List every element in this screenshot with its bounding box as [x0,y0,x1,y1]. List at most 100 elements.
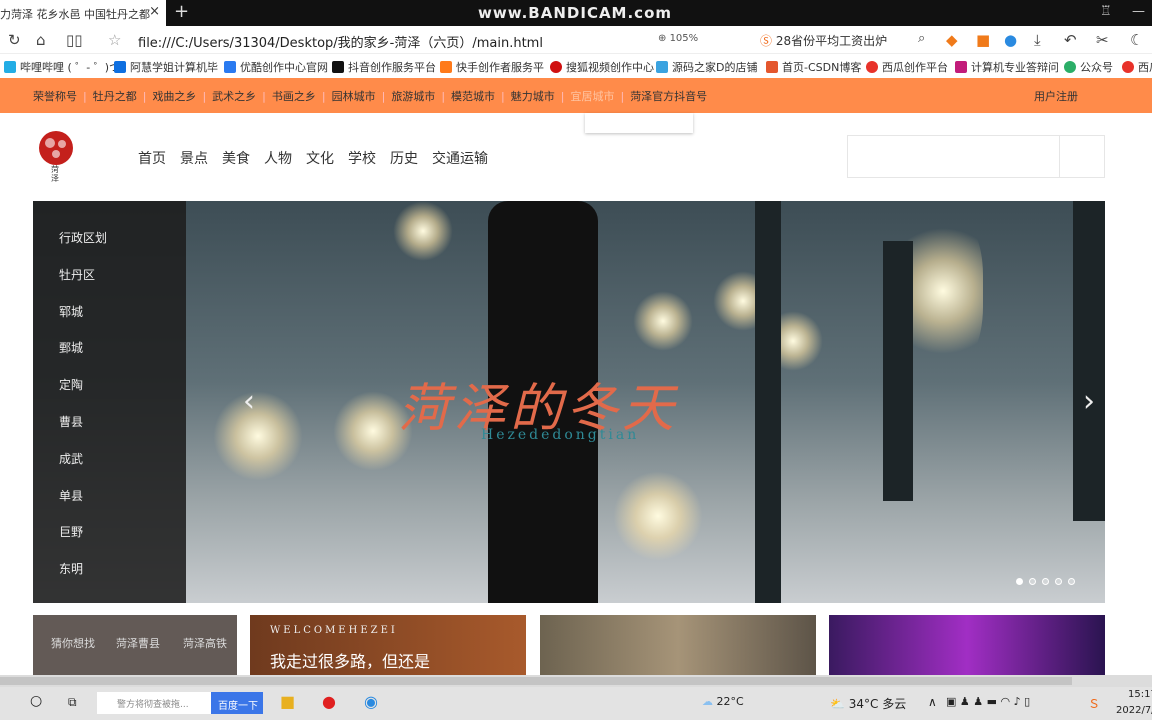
download-icon[interactable]: ⤓ [1034,31,1041,49]
scrollbar-thumb[interactable] [0,677,1072,685]
bookmark[interactable]: 阿慧学姐计算机毕 [114,59,218,75]
reload-icon[interactable]: ↻ [8,31,21,49]
region-link[interactable]: 定陶 [59,376,83,393]
main-nav-item[interactable]: 交通运输 [432,151,488,167]
file-explorer-icon[interactable]: ■ [280,692,295,711]
bookmark[interactable]: 首页-CSDN博客 [766,59,861,75]
baidu-search-button[interactable]: 百度一下 [211,692,263,714]
bookmark[interactable]: 搜狐视频创作中心 [550,59,654,75]
main-nav-item[interactable]: 人物 [264,151,292,167]
browser-tab-bar: 力菏泽 花乡水邑 中国牡丹之都 × + www.BANDICAM.com ♖ — [0,0,1152,26]
star-icon[interactable]: ☆ [108,31,121,49]
top-nav-item[interactable]: 书画之乡 [272,90,316,103]
game-icon[interactable]: ◆ [946,31,958,49]
main-nav-item[interactable]: 学校 [348,151,376,167]
bandicam-icon[interactable]: ● [322,692,336,711]
clock-date[interactable]: 2022/7/ [1116,705,1152,716]
main-nav-item[interactable]: 景点 [180,151,208,167]
carousel-dot[interactable] [1042,578,1049,585]
new-tab-icon[interactable]: + [174,1,189,22]
taskbar-search-input[interactable]: 警方将彻查被拖... [97,692,211,714]
carousel-dot[interactable] [1068,578,1075,585]
nav-separator: | [83,90,87,103]
main-nav-item[interactable]: 首页 [138,151,166,167]
quick-link[interactable]: 菏泽曹县 [116,635,160,651]
main-nav-item[interactable]: 文化 [306,151,334,167]
top-nav-item[interactable]: 荣誉称号 [33,90,77,103]
top-nav-item[interactable]: 魅力城市 [511,90,555,103]
clock-time[interactable]: 15:17 [1128,689,1152,700]
sohu-icon [550,61,562,73]
url-field[interactable]: file:///C:/Users/31304/Desktop/我的家乡-菏泽（六… [138,32,543,51]
browser-icon[interactable]: ◉ [364,692,378,711]
top-nav-item[interactable]: 菏泽官方抖音号 [630,90,707,103]
tray-expand-icon[interactable]: ∧ [928,695,937,709]
search-icon[interactable]: ⌕ [918,31,925,46]
top-nav-bar: 荣誉称号 | 牡丹之都 | 戏曲之乡 | 武术之乡 | 书画之乡 | 园林城市 | 旅游城市 | 模范城市 |… [0,78,1152,113]
top-nav-item[interactable]: 旅游城市 [391,90,435,103]
home-icon[interactable]: ⌂ [36,31,46,49]
hot-search-text: 28省份平均工资出炉 [775,34,888,48]
search-button[interactable] [1059,136,1104,177]
close-tab-icon[interactable]: × [149,4,160,19]
carousel-dot[interactable] [1016,578,1023,585]
bookmark[interactable]: 哔哩哔哩 ( ゜- ゜)つ [4,59,120,75]
welcome-card[interactable]: WELCOMEHEZEI 我走过很多路，但还是 [250,615,526,675]
bookmark[interactable]: 西瓜 [1122,59,1152,75]
quick-link[interactable]: 猜你想找 [51,635,95,651]
browser-tab[interactable]: 力菏泽 花乡水邑 中国牡丹之都 × [0,0,166,26]
top-nav-item[interactable]: 牡丹之都 [93,90,137,103]
region-link[interactable]: 东明 [59,560,83,577]
bookmark[interactable]: 抖音创作服务平台 [332,59,436,75]
top-nav-item[interactable]: 宜居城市 [570,90,614,103]
weather-widget[interactable]: ☁ 22°C [702,695,744,708]
bookmark[interactable]: 源码之家D的店铺 [656,59,757,75]
region-link[interactable]: 牡丹区 [59,266,95,283]
weather-widget-2[interactable]: ⛅ 34°C 多云 [830,695,906,712]
main-nav-item[interactable]: 历史 [390,151,418,167]
region-link[interactable]: 曹县 [59,413,83,430]
carousel-dot[interactable] [1055,578,1062,585]
prev-arrow-icon[interactable]: ‹ [243,384,255,419]
skin-icon[interactable]: ♖ [1100,4,1112,19]
zoom-level[interactable]: ⊕ 105% [658,33,698,44]
search-input[interactable] [848,136,1060,177]
bookmark[interactable]: 快手创作者服务平 [440,59,544,75]
night-city-card[interactable] [829,615,1105,675]
horizontal-scrollbar[interactable] [0,675,1152,687]
region-link[interactable]: 成武 [59,450,83,467]
next-arrow-icon[interactable]: › [1083,384,1095,419]
main-nav-item[interactable]: 美食 [222,151,250,167]
register-link[interactable]: 用户注册 [1034,88,1078,104]
extension-icon[interactable]: ● [1004,31,1017,49]
bookmark[interactable]: 优酷创作中心官网 [224,59,328,75]
bookmark-label: 公众号 [1080,61,1113,74]
bookmark[interactable]: 计算机专业答辩问 [955,59,1059,75]
tray-icons[interactable]: ▣ ♟ ♟ ▬ ◠ ♪ ▯ [946,695,1030,708]
street-photo-card[interactable] [540,615,816,675]
screenshot-icon[interactable]: ✂ [1096,31,1109,49]
region-link[interactable]: 鄄城 [59,339,83,356]
weather-temp: 22°C [716,695,744,708]
top-nav-item[interactable]: 戏曲之乡 [152,90,196,103]
carousel-dot[interactable] [1029,578,1036,585]
bookmark[interactable]: 西瓜创作平台 [866,59,948,75]
night-mode-icon[interactable]: ☾ [1130,31,1143,49]
translate-icon[interactable]: ■ [976,31,990,49]
top-nav-item[interactable]: 园林城市 [332,90,376,103]
bookmark[interactable]: 公众号 [1064,59,1113,75]
quick-link[interactable]: 菏泽高铁 [183,635,227,651]
hot-search[interactable]: Ⓢ 28省份平均工资出炉 [760,32,887,49]
taskbar: ○ ⧉ 警方将彻查被拖... 百度一下 ■ ● ◉ ☁ 22°C ⛅ 34°C … [0,687,1152,720]
top-nav-item[interactable]: 武术之乡 [212,90,256,103]
cortana-icon[interactable]: ○ [30,693,42,709]
minimize-icon[interactable]: — [1132,4,1145,19]
region-link[interactable]: 郓城 [59,303,83,320]
region-link[interactable]: 单县 [59,487,83,504]
sogou-ime-icon[interactable]: Ｓ [1088,695,1100,712]
top-nav-item[interactable]: 模范城市 [451,90,495,103]
task-view-icon[interactable]: ⧉ [68,695,77,710]
region-link[interactable]: 巨野 [59,523,83,540]
reader-icon[interactable]: ▯▯ [66,31,83,49]
undo-icon[interactable]: ↶ [1064,31,1077,49]
